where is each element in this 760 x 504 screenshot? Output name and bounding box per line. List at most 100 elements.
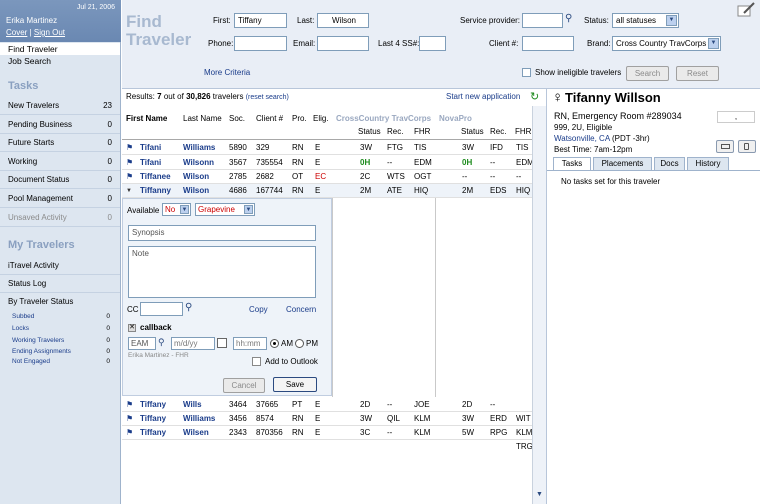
available-select[interactable]: No ▼ bbox=[162, 203, 191, 216]
table-row[interactable]: ⚑ Tiffanee Wilson 2785 2682 OT EC 2C WTS… bbox=[122, 170, 532, 184]
cell-status-2: -- bbox=[462, 172, 468, 181]
task-pending-business[interactable]: Pending Business 0 bbox=[0, 116, 120, 134]
status-subbed[interactable]: Subbed 0 bbox=[0, 311, 120, 323]
col-first-name[interactable]: First Name bbox=[126, 114, 167, 123]
phone-input[interactable] bbox=[234, 36, 287, 51]
nav-status-log[interactable]: Status Log bbox=[0, 275, 120, 293]
reset-search-link[interactable]: (reset search) bbox=[246, 94, 289, 101]
table-row[interactable]: ⚑ Tifani Wilsonn 3567 735554 RN E 0H -- … bbox=[122, 156, 534, 170]
cell-first[interactable]: Tiffanee bbox=[140, 170, 171, 184]
contact-card-icon[interactable] bbox=[716, 140, 734, 153]
col-client[interactable]: Client # bbox=[256, 114, 283, 123]
col-status-2[interactable]: Status bbox=[461, 127, 484, 136]
col-soc[interactable]: Soc. bbox=[229, 114, 245, 123]
search-icon[interactable]: ⚲ bbox=[565, 13, 572, 24]
table-row[interactable]: ⚑ Tiffany Wills 3464 37665 PT E 2D -- JO… bbox=[122, 398, 532, 412]
cell-first[interactable]: Tiffany bbox=[140, 398, 166, 412]
status-select[interactable]: all statuses ▼ bbox=[612, 13, 679, 28]
cc-input[interactable] bbox=[140, 302, 183, 316]
date-input[interactable]: m/d/yy bbox=[171, 337, 215, 350]
calendar-icon[interactable] bbox=[217, 338, 227, 348]
cell-last[interactable]: Wilsen bbox=[183, 426, 209, 440]
last-name-input[interactable]: Wilson bbox=[317, 13, 369, 28]
cell-first[interactable]: Tifani bbox=[140, 141, 161, 155]
task-working[interactable]: Working 0 bbox=[0, 153, 120, 171]
email-input[interactable] bbox=[317, 36, 369, 51]
reset-button[interactable]: Reset bbox=[676, 66, 719, 81]
refresh-icon[interactable]: ↻ bbox=[530, 89, 539, 105]
time-input[interactable]: hh:mm bbox=[233, 337, 267, 350]
synopsis-input[interactable]: Synopsis bbox=[128, 225, 316, 241]
show-ineligible-checkbox[interactable] bbox=[522, 68, 531, 77]
tab-placements[interactable]: Placements bbox=[593, 157, 652, 170]
am-radio[interactable] bbox=[270, 339, 279, 348]
cell-last[interactable]: Wilson bbox=[183, 184, 209, 198]
nav-itravel-activity[interactable]: iTravel Activity bbox=[0, 257, 120, 275]
edit-note-icon[interactable] bbox=[736, 2, 756, 18]
task-label: Working bbox=[8, 157, 38, 166]
available-label: Available bbox=[127, 206, 160, 215]
cell-last[interactable]: Williams bbox=[183, 141, 215, 155]
cell-last[interactable]: Williams bbox=[183, 412, 215, 426]
nav-job-search[interactable]: Job Search bbox=[0, 55, 120, 67]
eam-input[interactable]: EAM bbox=[128, 337, 156, 350]
col-fhr-1[interactable]: FHR bbox=[414, 127, 430, 136]
start-new-application-link[interactable]: Start new application bbox=[446, 89, 520, 105]
table-row[interactable]: ⚑ Tifani Williams 5890 329 RN E 3W FTG T… bbox=[122, 141, 532, 155]
task-future-starts[interactable]: Future Starts 0 bbox=[0, 134, 120, 152]
copy-link[interactable]: Copy bbox=[249, 305, 268, 314]
brand-select[interactable]: Cross Country TravCorps ▼ bbox=[612, 36, 721, 51]
client-number-input[interactable] bbox=[522, 36, 574, 51]
table-row-expanded[interactable]: ▼ Tiffanny Wilson 4686 167744 RN E 2M AT… bbox=[122, 184, 532, 198]
status-locks[interactable]: Locks 0 bbox=[0, 323, 120, 335]
tab-tasks[interactable]: Tasks bbox=[553, 157, 591, 171]
pm-radio[interactable] bbox=[295, 339, 304, 348]
add-outlook-checkbox[interactable] bbox=[252, 357, 261, 366]
facility-select[interactable]: Grapevine ▼ bbox=[195, 203, 255, 216]
cell-first[interactable]: Tiffany bbox=[140, 426, 166, 440]
phone-icon[interactable] bbox=[738, 140, 756, 153]
more-criteria-link[interactable]: More Criteria bbox=[204, 68, 250, 77]
col-fhr-2[interactable]: FHR bbox=[515, 127, 531, 136]
location-link[interactable]: Watsonville, CA bbox=[554, 134, 610, 143]
cell-client: 8574 bbox=[256, 414, 274, 423]
search-icon[interactable]: ⚲ bbox=[185, 302, 192, 313]
col-elig[interactable]: Elig. bbox=[313, 114, 329, 123]
sign-out-link[interactable]: Sign Out bbox=[34, 28, 65, 37]
col-status-1[interactable]: Status bbox=[358, 127, 381, 136]
cell-last[interactable]: Wills bbox=[183, 398, 202, 412]
scroll-down-icon[interactable]: ▼ bbox=[536, 491, 543, 498]
task-document-status[interactable]: Document Status 0 bbox=[0, 171, 120, 189]
cancel-button[interactable]: Cancel bbox=[223, 378, 265, 393]
cell-last[interactable]: Wilsonn bbox=[183, 156, 214, 170]
concern-link[interactable]: Concern bbox=[286, 305, 316, 314]
task-pool-management[interactable]: Pool Management 0 bbox=[0, 190, 120, 208]
note-textarea[interactable]: Note bbox=[128, 246, 316, 298]
table-row[interactable]: ⚑ Tiffany Williams 3456 8574 RN E 3W QIL… bbox=[122, 412, 532, 426]
cell-last[interactable]: Wilson bbox=[183, 170, 209, 184]
nav-find-traveler[interactable]: Find Traveler bbox=[0, 43, 120, 55]
ssn-input[interactable] bbox=[419, 36, 446, 51]
cell-first[interactable]: Tiffanny bbox=[140, 184, 171, 198]
table-row[interactable]: ⚑ Tiffany Wilsen 2343 870356 RN E 3C -- … bbox=[122, 426, 532, 440]
tab-history[interactable]: History bbox=[687, 157, 729, 170]
col-rec-2[interactable]: Rec. bbox=[490, 127, 506, 136]
status-not-engaged[interactable]: Not Engaged 0 bbox=[0, 356, 120, 368]
col-pro[interactable]: Pro. bbox=[292, 114, 307, 123]
task-unsaved-activity[interactable]: Unsaved Activity 0 bbox=[0, 209, 120, 227]
callback-checkbox[interactable]: ✕ bbox=[128, 324, 136, 332]
save-button[interactable]: Save bbox=[273, 377, 317, 392]
cover-link[interactable]: Cover bbox=[6, 28, 27, 37]
search-button[interactable]: Search bbox=[626, 66, 669, 81]
search-icon[interactable]: ⚲ bbox=[158, 337, 165, 348]
cell-first[interactable]: Tiffany bbox=[140, 412, 166, 426]
tab-docs[interactable]: Docs bbox=[654, 157, 685, 170]
cell-first[interactable]: Tifani bbox=[140, 156, 161, 170]
collapse-triangle-icon[interactable]: ▼ bbox=[126, 184, 132, 198]
col-rec-1[interactable]: Rec. bbox=[387, 127, 403, 136]
task-new-travelers[interactable]: New Travelers 23 bbox=[0, 97, 120, 115]
service-provider-input[interactable] bbox=[522, 13, 563, 28]
results-scrollbar[interactable]: ▼ bbox=[532, 106, 546, 504]
col-last-name[interactable]: Last Name bbox=[183, 114, 222, 123]
first-name-input[interactable]: Tiffany bbox=[234, 13, 287, 28]
